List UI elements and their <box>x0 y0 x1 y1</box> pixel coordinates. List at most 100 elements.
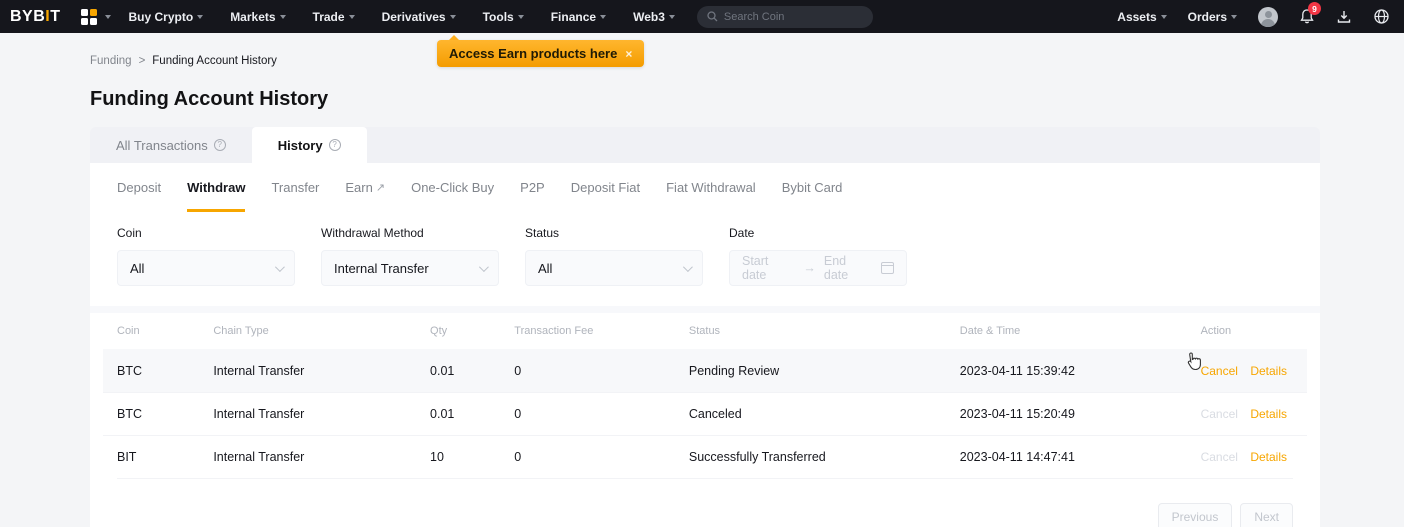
subtab-fiat-withdrawal[interactable]: Fiat Withdrawal <box>666 163 756 212</box>
breadcrumb-funding[interactable]: Funding <box>90 55 132 67</box>
cell-action: Cancel Details <box>1187 407 1307 421</box>
nav-item-orders[interactable]: Orders <box>1188 10 1237 24</box>
nav-item-buy-crypto[interactable]: Buy Crypto <box>129 10 204 24</box>
tab-history[interactable]: History ? <box>252 127 367 163</box>
cell-qty: 0.01 <box>416 364 500 378</box>
top-navbar: BYBIT Buy Crypto Markets Trade Derivativ… <box>0 0 1404 33</box>
cell-datetime: 2023-04-11 14:47:41 <box>946 450 1187 464</box>
method-filter-label: Withdrawal Method <box>321 226 499 240</box>
method-filter-group: Withdrawal Method Internal Transfer <box>321 226 499 286</box>
chevron-down-icon <box>280 15 286 19</box>
tab-all-transactions[interactable]: All Transactions ? <box>90 127 252 163</box>
subtab-withdraw[interactable]: Withdraw <box>187 163 245 212</box>
subtab-one-click-buy[interactable]: One-Click Buy <box>411 163 494 212</box>
cell-fee: 0 <box>500 407 675 421</box>
cell-status: Canceled <box>675 407 946 421</box>
status-filter-select[interactable]: All <box>525 250 703 286</box>
subtab-bybit-card[interactable]: Bybit Card <box>782 163 843 212</box>
bybit-logo[interactable]: BYBIT <box>10 8 61 26</box>
subtab-p2p[interactable]: P2P <box>520 163 545 212</box>
cancel-link[interactable]: Cancel <box>1201 364 1238 378</box>
user-avatar[interactable] <box>1258 7 1278 27</box>
nav-item-trade[interactable]: Trade <box>313 10 355 24</box>
tab-label: History <box>278 138 323 153</box>
nav-item-web3[interactable]: Web3 <box>633 10 675 24</box>
close-icon[interactable]: × <box>625 47 632 61</box>
subtab-deposit-fiat[interactable]: Deposit Fiat <box>571 163 640 212</box>
cell-chain-type: Internal Transfer <box>199 364 416 378</box>
apps-grid-icon[interactable] <box>81 9 97 25</box>
help-icon[interactable]: ? <box>329 139 341 151</box>
breadcrumb: Funding > Funding Account History <box>90 55 277 67</box>
download-icon <box>1336 9 1352 25</box>
language-button[interactable] <box>1373 8 1390 25</box>
table-row: BTC Internal Transfer 0.01 0 Pending Rev… <box>103 349 1307 392</box>
chevron-down-icon <box>349 15 355 19</box>
notification-badge: 9 <box>1308 2 1321 15</box>
nav-item-derivatives[interactable]: Derivatives <box>382 10 456 24</box>
date-filter-label: Date <box>729 226 907 240</box>
start-date-placeholder[interactable]: Start date <box>742 254 795 282</box>
breadcrumb-current: Funding Account History <box>152 55 277 67</box>
chevron-down-icon <box>197 15 203 19</box>
logo-text: BYB <box>10 8 45 25</box>
nav-menu: Buy Crypto Markets Trade Derivatives Too… <box>129 10 675 24</box>
cell-coin: BTC <box>103 407 199 421</box>
cancel-link-disabled: Cancel <box>1201 450 1238 464</box>
nav-item-assets[interactable]: Assets <box>1117 10 1166 24</box>
status-filter-value: All <box>538 261 552 276</box>
nav-item-markets[interactable]: Markets <box>230 10 285 24</box>
cell-action: Cancel Details <box>1187 450 1307 464</box>
section-divider <box>90 306 1320 313</box>
end-date-placeholder[interactable]: End date <box>824 254 873 282</box>
breadcrumb-separator: > <box>139 55 146 67</box>
details-link[interactable]: Details <box>1250 364 1287 378</box>
subtab-earn[interactable]: Earn↗ <box>345 163 385 212</box>
logo-text-end: T <box>50 8 60 25</box>
search-input[interactable] <box>724 11 854 23</box>
download-app-button[interactable] <box>1336 9 1352 25</box>
cell-datetime: 2023-04-11 15:20:49 <box>946 407 1187 421</box>
search-icon <box>707 11 718 22</box>
nav-right: Assets Orders 9 <box>1117 7 1390 27</box>
subtab-deposit[interactable]: Deposit <box>117 163 161 212</box>
cell-datetime: 2023-04-11 15:39:42 <box>946 364 1187 378</box>
arrow-right-icon: → <box>803 261 816 275</box>
coin-filter-group: Coin All <box>117 226 295 286</box>
cell-action: Cancel Details <box>1187 364 1307 378</box>
next-page-button[interactable]: Next <box>1240 503 1293 527</box>
main-tabbar: All Transactions ? History ? <box>90 127 1320 163</box>
date-range-picker[interactable]: Start date → End date <box>729 250 907 286</box>
coin-filter-label: Coin <box>117 226 295 240</box>
coin-search[interactable] <box>697 6 873 28</box>
details-link[interactable]: Details <box>1250 450 1287 464</box>
notifications-button[interactable]: 9 <box>1299 8 1315 25</box>
pagination: Previous Next <box>90 479 1320 527</box>
earn-products-banner[interactable]: Access Earn products here × <box>437 40 644 67</box>
calendar-icon <box>881 262 894 274</box>
method-filter-value: Internal Transfer <box>334 261 429 276</box>
table-header-row: Coin Chain Type Qty Transaction Fee Stat… <box>103 313 1307 349</box>
coin-filter-select[interactable]: All <box>117 250 295 286</box>
cell-status: Pending Review <box>675 364 946 378</box>
nav-item-finance[interactable]: Finance <box>551 10 606 24</box>
chevron-down-icon <box>450 15 456 19</box>
cell-chain-type: Internal Transfer <box>199 407 416 421</box>
cell-qty: 10 <box>416 450 500 464</box>
method-filter-select[interactable]: Internal Transfer <box>321 250 499 286</box>
coin-filter-value: All <box>130 261 144 276</box>
subtab-transfer[interactable]: Transfer <box>271 163 319 212</box>
col-transaction-fee: Transaction Fee <box>500 325 675 337</box>
help-icon[interactable]: ? <box>214 139 226 151</box>
card-body: Deposit Withdraw Transfer Earn↗ One-Clic… <box>90 163 1320 527</box>
chevron-down-icon <box>275 262 285 272</box>
col-chain-type: Chain Type <box>199 325 416 337</box>
cell-chain-type: Internal Transfer <box>199 450 416 464</box>
history-card: All Transactions ? History ? Deposit Wit… <box>90 127 1320 527</box>
previous-page-button[interactable]: Previous <box>1158 503 1233 527</box>
status-filter-group: Status All <box>525 226 703 286</box>
cell-coin: BTC <box>103 364 199 378</box>
details-link[interactable]: Details <box>1250 407 1287 421</box>
nav-item-tools[interactable]: Tools <box>483 10 524 24</box>
cell-coin: BIT <box>103 450 199 464</box>
